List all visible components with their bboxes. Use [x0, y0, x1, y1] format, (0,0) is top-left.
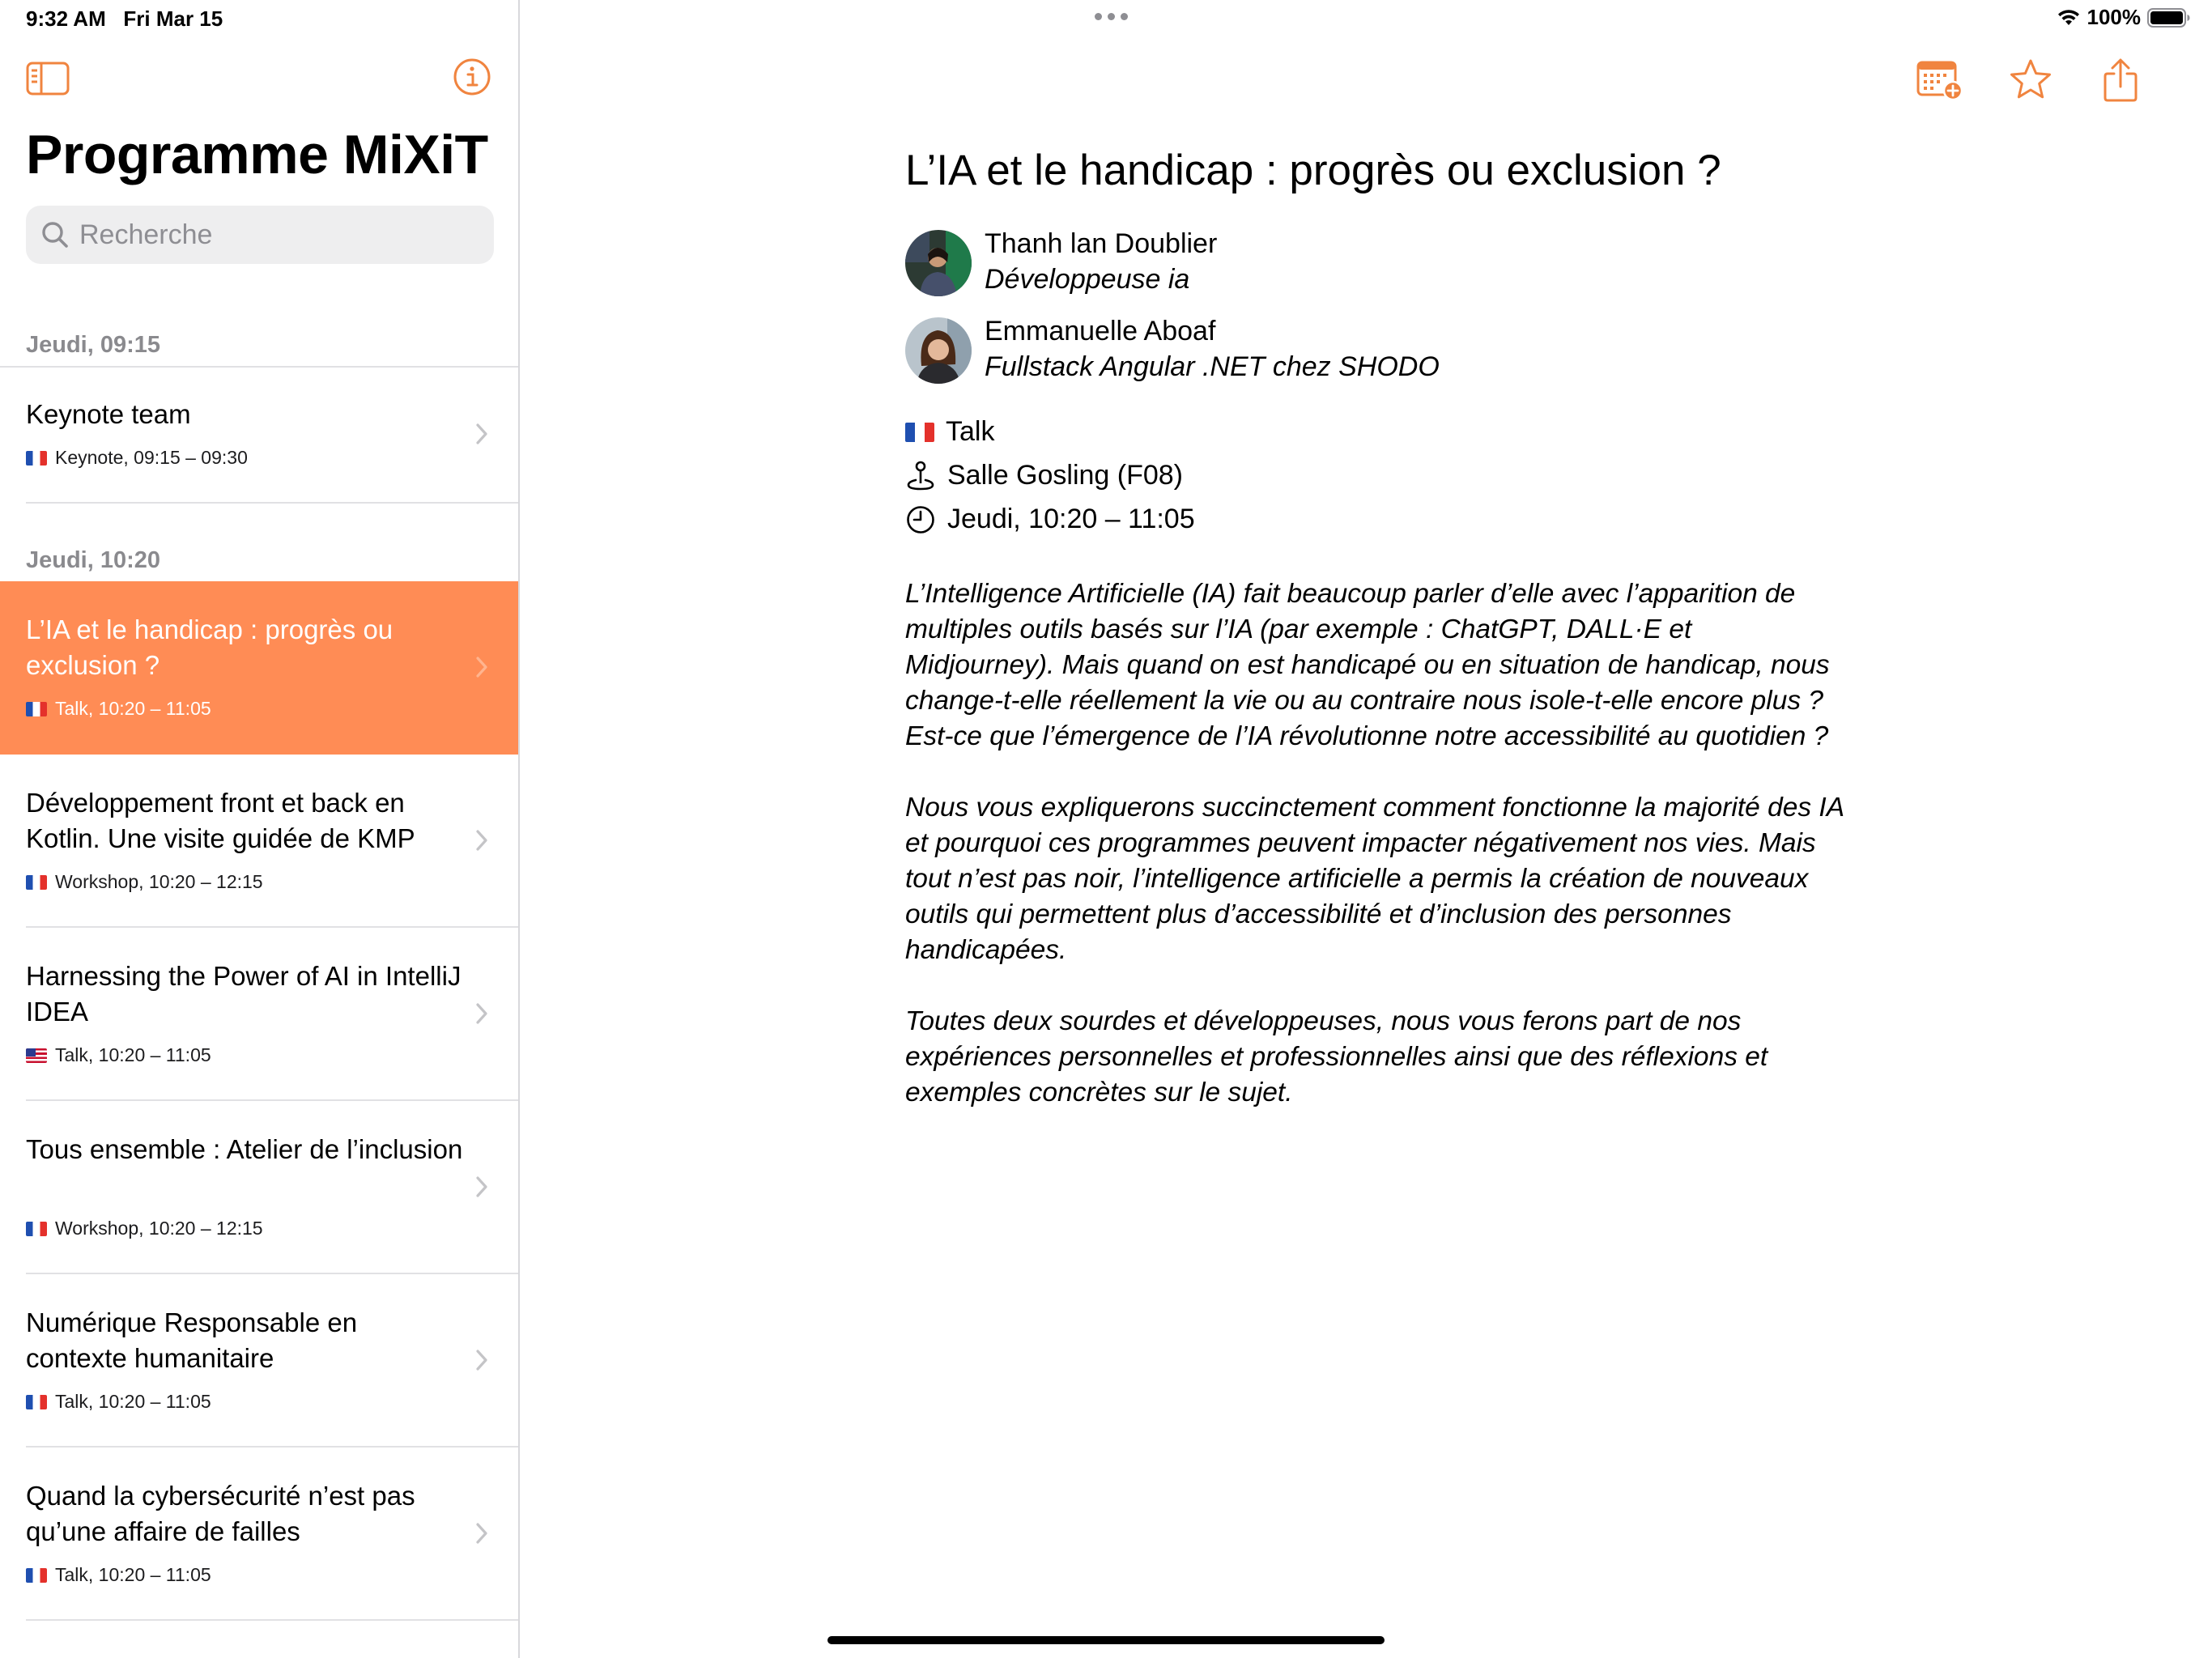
flag-fr-icon	[905, 422, 934, 442]
format-text: Talk	[946, 416, 995, 447]
sidebar: Programme MiXiT Jeudi, 09:15 Keynote tea…	[0, 0, 520, 1658]
item-title: Quand la cybersécurité n’est pas qu’une …	[26, 1481, 415, 1546]
item-meta-text: Talk, 10:20 – 11:05	[55, 698, 211, 719]
info-icon[interactable]	[452, 57, 492, 97]
search-icon	[42, 222, 68, 248]
session-title: L’IA et le handicap : progrès ou exclusi…	[905, 147, 1721, 194]
item-meta-text: Talk, 10:20 – 11:05	[55, 1391, 211, 1412]
home-indicator[interactable]	[827, 1636, 1385, 1644]
description-paragraph: Nous vous expliquerons succinctement com…	[905, 793, 1844, 965]
item-meta-text: Keynote, 09:15 – 09:30	[55, 447, 248, 468]
flag-fr-icon	[26, 874, 47, 890]
multitasking-menu[interactable]	[1095, 13, 1128, 20]
item-meta-text: Talk, 10:20 – 11:05	[55, 1044, 211, 1065]
chevron-right-icon	[476, 830, 487, 851]
item-meta: Talk, 10:20 – 11:05	[26, 1564, 211, 1586]
item-meta-text: Talk, 10:20 – 11:05	[55, 1564, 211, 1585]
speaker-name: Thanh lan Doublier	[985, 228, 1218, 259]
search-input[interactable]	[78, 218, 466, 252]
item-title: Tous ensemble : Atelier de l’inclusion	[26, 1134, 463, 1164]
sidebar-title: Programme MiXiT	[26, 124, 488, 185]
list-item-ai-intellij[interactable]: Harnessing the Power of AI in IntelliJ I…	[0, 928, 518, 1099]
session-format: Talk	[905, 416, 994, 448]
chevron-right-icon	[476, 423, 487, 444]
session-time: Jeudi, 10:20 – 11:05	[905, 504, 1195, 535]
item-meta: Keynote, 09:15 – 09:30	[26, 447, 248, 469]
clock-icon	[907, 505, 934, 534]
flag-fr-icon	[26, 450, 47, 466]
item-meta: Workshop, 10:20 – 12:15	[26, 871, 263, 893]
item-title: Numérique Responsable en contexte humani…	[26, 1307, 358, 1373]
flag-fr-icon	[26, 1567, 47, 1583]
flag-us-icon	[26, 1048, 47, 1063]
battery-icon	[2147, 7, 2190, 28]
time-text: Jeudi, 10:20 – 11:05	[947, 504, 1195, 534]
sidebar-toggle-icon[interactable]	[26, 60, 70, 97]
search-bar[interactable]	[26, 206, 494, 264]
divider	[26, 1619, 518, 1621]
chevron-right-icon	[476, 1176, 487, 1197]
description-paragraph: Toutes deux sourdes et développeuses, no…	[905, 1006, 1768, 1107]
divider	[26, 502, 518, 504]
item-meta: Workshop, 10:20 – 12:15	[26, 1218, 263, 1239]
item-meta: Talk, 10:20 – 11:05	[26, 1044, 211, 1066]
sidebar-toolbar	[26, 57, 492, 105]
chevron-right-icon	[476, 1003, 487, 1024]
speaker-role: Développeuse ia	[985, 264, 1190, 295]
status-indicators: 100%	[2057, 5, 2192, 30]
description-paragraph: L’Intelligence Artificielle (IA) fait be…	[905, 579, 1830, 751]
session-detail: L’IA et le handicap : progrès ou exclusi…	[520, 0, 2212, 1658]
list-item-inclusion-workshop[interactable]: Tous ensemble : Atelier de l’inclusion W…	[0, 1101, 518, 1273]
share-icon[interactable]	[2100, 57, 2141, 104]
room-text: Salle Gosling (F08)	[947, 460, 1184, 491]
battery-percent: 100%	[2087, 5, 2142, 29]
chevron-right-icon	[476, 657, 487, 678]
map-pin-icon	[907, 461, 934, 490]
section-header: Jeudi, 10:20	[26, 547, 161, 573]
item-meta: Talk, 10:20 – 11:05	[26, 1391, 211, 1413]
flag-fr-icon	[26, 1394, 47, 1409]
list-item-ia-handicap[interactable]: L’IA et le handicap : progrès ou exclusi…	[0, 581, 518, 755]
speaker-name: Emmanuelle Aboaf	[985, 316, 1216, 346]
item-meta: Talk, 10:20 – 11:05	[26, 698, 211, 720]
item-meta-text: Workshop, 10:20 – 12:15	[55, 1218, 263, 1239]
chevron-right-icon	[476, 1350, 487, 1371]
wifi-icon	[2057, 9, 2079, 25]
speaker-role: Fullstack Angular .NET chez SHODO	[985, 351, 1440, 382]
item-title: Développement front et back en Kotlin. U…	[26, 788, 415, 853]
flag-fr-icon	[26, 1221, 47, 1236]
list-item-keynote-team[interactable]: Keynote team Keynote, 09:15 – 09:30	[0, 368, 518, 502]
status-bar: 9:32 AM Fri Mar 15 100%	[0, 0, 2212, 37]
status-time: 9:32 AM Fri Mar 15	[26, 6, 223, 31]
item-meta-text: Workshop, 10:20 – 12:15	[55, 871, 263, 892]
item-title: L’IA et le handicap : progrès ou exclusi…	[26, 614, 393, 680]
avatar	[905, 317, 972, 384]
list-item-numerique-responsable[interactable]: Numérique Responsable en contexte humani…	[0, 1274, 518, 1446]
detail-toolbar	[1888, 57, 2212, 105]
add-to-calendar-icon[interactable]	[1916, 57, 1964, 102]
flag-fr-icon	[26, 701, 47, 716]
section-header: Jeudi, 09:15	[26, 332, 161, 358]
avatar	[905, 230, 972, 296]
item-title: Keynote team	[26, 399, 191, 429]
session-room: Salle Gosling (F08)	[905, 460, 1183, 491]
list-item-cybersecurite[interactable]: Quand la cybersécurité n’est pas qu’une …	[0, 1448, 518, 1619]
session-description: L’Intelligence Artificielle (IA) fait be…	[905, 576, 1844, 1146]
chevron-right-icon	[476, 1523, 487, 1544]
list-item-kotlin-kmp[interactable]: Développement front et back en Kotlin. U…	[0, 755, 518, 926]
item-title: Harnessing the Power of AI in IntelliJ I…	[26, 961, 462, 1027]
star-icon[interactable]	[2008, 57, 2053, 102]
